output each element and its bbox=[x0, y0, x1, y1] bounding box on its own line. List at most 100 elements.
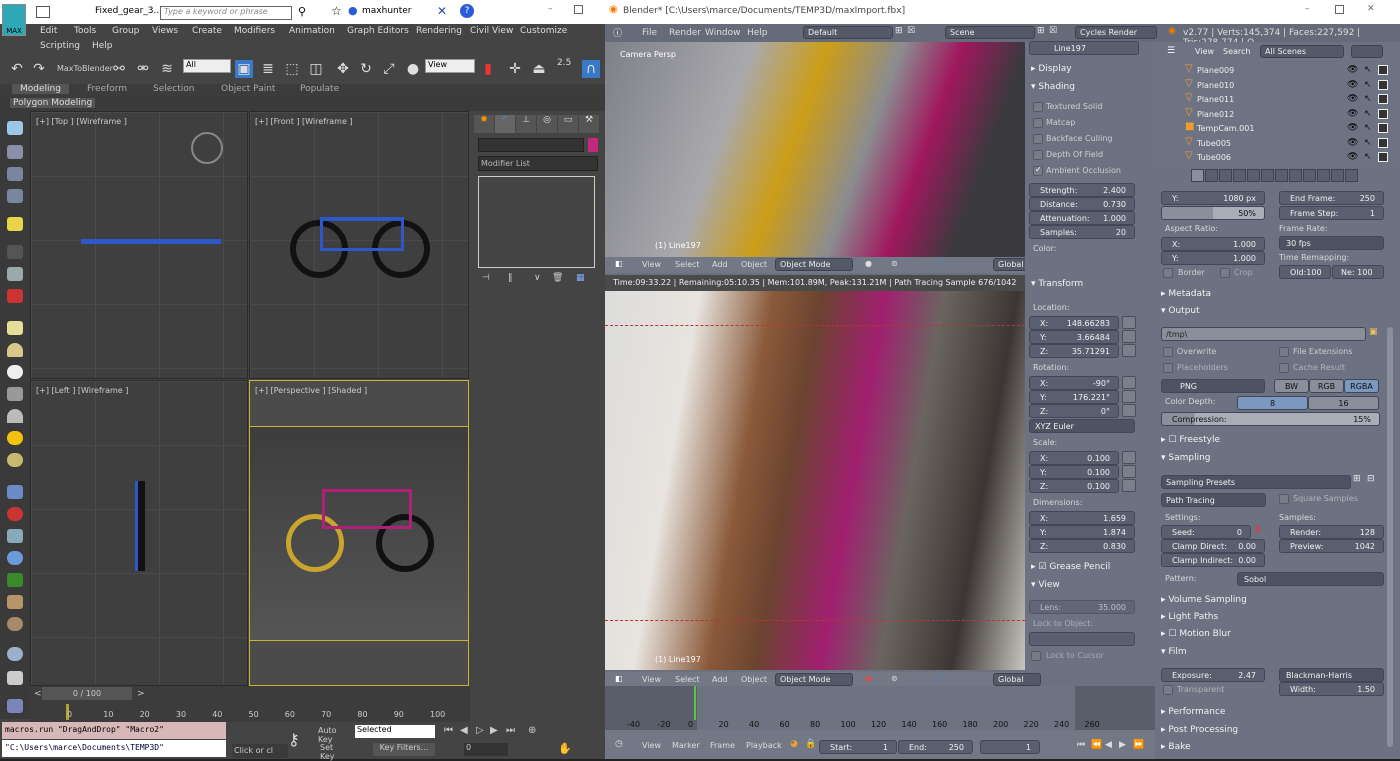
dimensions-field[interactable]: Z: 0.830 bbox=[1029, 539, 1135, 553]
material-tab-icon[interactable] bbox=[1303, 169, 1316, 182]
menu-add[interactable]: Add bbox=[712, 260, 728, 269]
3d-viewport-rendered[interactable]: (1) Line197 bbox=[605, 275, 1025, 670]
sphere-icon[interactable] bbox=[7, 647, 23, 661]
outliner-menu-search[interactable]: Search bbox=[1223, 47, 1250, 56]
editor-type-icon[interactable]: ◧ bbox=[615, 674, 623, 683]
grass-icon[interactable] bbox=[7, 573, 23, 587]
renderable-camera-icon[interactable] bbox=[1378, 79, 1388, 90]
disc-light-icon[interactable] bbox=[7, 453, 23, 467]
output-panel-header[interactable]: ▾ Output bbox=[1161, 306, 1386, 316]
clamp-direct-field[interactable]: Clamp Direct: 0.00 bbox=[1161, 539, 1265, 553]
select-object-icon[interactable]: ▣ bbox=[235, 60, 253, 78]
visibility-eye-icon[interactable]: 👁 bbox=[1347, 138, 1358, 148]
panel-icon[interactable] bbox=[7, 167, 23, 181]
shading-option-checkbox[interactable] bbox=[1033, 150, 1043, 160]
selectable-cursor-icon[interactable]: ↖ bbox=[1364, 152, 1372, 162]
unlink-icon[interactable]: ⚮ bbox=[134, 60, 152, 78]
object-name-field[interactable] bbox=[478, 138, 584, 152]
scene-field[interactable]: Scene bbox=[945, 26, 1035, 39]
menu-object[interactable]: Object bbox=[741, 675, 767, 684]
shading-option-checkbox[interactable] bbox=[1033, 134, 1043, 144]
lock-to-object-field[interactable] bbox=[1029, 632, 1135, 646]
3d-viewport-camera[interactable]: Camera Persp (1) Line197 bbox=[605, 42, 1025, 257]
remove-modifier-icon[interactable]: 🗑 bbox=[552, 273, 563, 283]
rotation-field[interactable]: Y: 176.221° bbox=[1029, 390, 1119, 404]
outliner-editor-icon[interactable]: ☰ bbox=[1167, 46, 1175, 56]
menu-scripting[interactable]: Scripting bbox=[40, 41, 80, 51]
color-depth-8-button[interactable]: 8 bbox=[1237, 396, 1308, 410]
output-path-field[interactable]: /tmp\ bbox=[1161, 327, 1366, 341]
time-remap-old-field[interactable]: Old:100 bbox=[1279, 265, 1331, 279]
time-remap-new-field[interactable]: Ne: 100 bbox=[1332, 265, 1384, 279]
pattern-dropdown[interactable]: Sobol bbox=[1237, 572, 1384, 586]
viewport-top[interactable]: [+] [Top ] [Wireframe ] bbox=[30, 111, 248, 379]
pan-hand-icon[interactable]: ✋ bbox=[558, 742, 572, 755]
maximize-button[interactable] bbox=[1335, 5, 1344, 14]
menu-modifiers[interactable]: Modifiers bbox=[234, 26, 275, 36]
scale-field[interactable]: Z: 0.100 bbox=[1029, 479, 1119, 493]
redo-icon[interactable]: ↷ bbox=[30, 60, 48, 78]
outliner-item[interactable]: ▽ Plane010 👁 ↖ bbox=[1155, 78, 1400, 93]
menu-view[interactable]: View bbox=[642, 675, 661, 684]
visibility-eye-icon[interactable]: 👁 bbox=[1347, 109, 1358, 119]
next-frame-icon[interactable]: ▶ bbox=[490, 725, 498, 736]
bake-panel-header[interactable]: ▸ Bake bbox=[1161, 742, 1386, 752]
max-search-input[interactable]: Type a keyword or phrase bbox=[160, 6, 292, 20]
menu-views[interactable]: Views bbox=[152, 26, 178, 36]
menu-view[interactable]: View bbox=[642, 260, 661, 269]
location-field[interactable]: Y: 3.66484 bbox=[1029, 330, 1119, 344]
tab-object-paint[interactable]: Object Paint bbox=[221, 84, 275, 94]
add-screen-icon[interactable]: ⊞ bbox=[895, 26, 903, 36]
import-icon[interactable] bbox=[7, 699, 23, 713]
lock-icon[interactable] bbox=[1122, 404, 1136, 417]
physics-tab-icon[interactable] bbox=[1345, 169, 1358, 182]
trackbar[interactable]: 0 10 20 30 40 50 60 70 80 90 100 bbox=[30, 702, 470, 722]
particles-tab-icon[interactable] bbox=[1331, 169, 1344, 182]
selectable-cursor-icon[interactable]: ↖ bbox=[1364, 94, 1372, 104]
shading-panel-header[interactable]: ▾ Shading bbox=[1031, 82, 1075, 92]
keyboard-shortcut-icon[interactable]: ⏏ bbox=[530, 60, 548, 78]
key-icon[interactable]: ⚷ bbox=[288, 730, 300, 749]
polygon-modeling-panel[interactable]: Polygon Modeling bbox=[10, 98, 96, 108]
lock-icon[interactable] bbox=[1122, 451, 1136, 464]
clamp-indirect-field[interactable]: Clamp Indirect: 0.00 bbox=[1161, 553, 1265, 567]
object-tab-icon[interactable] bbox=[1247, 169, 1260, 182]
time-next-button[interactable]: > bbox=[137, 689, 145, 699]
exposure-field[interactable]: Exposure: 2.47 bbox=[1161, 668, 1265, 682]
renderable-camera-icon[interactable] bbox=[1378, 152, 1388, 162]
link-icon[interactable]: ⚯ bbox=[110, 60, 128, 78]
cache-result-checkbox[interactable] bbox=[1279, 363, 1289, 373]
configure-sets-icon[interactable]: ▦ bbox=[576, 273, 585, 283]
jump-keyframe-forward-icon[interactable]: ⏩ bbox=[1133, 740, 1144, 750]
shading-option-checkbox[interactable]: ✓ bbox=[1033, 165, 1043, 176]
freestyle-panel-header[interactable]: ▸ ☐ Freestyle bbox=[1161, 435, 1386, 445]
make-unique-icon[interactable]: ∨ bbox=[534, 273, 541, 283]
spacewarp-icon[interactable] bbox=[7, 289, 23, 303]
screen-layout-field[interactable]: Default bbox=[803, 26, 893, 39]
helper-icon[interactable] bbox=[7, 267, 23, 281]
modify-tab-icon[interactable]: ◜ bbox=[495, 115, 515, 133]
color-mode-rgb-button[interactable]: RGB bbox=[1309, 379, 1344, 393]
shading-option-checkbox[interactable] bbox=[1033, 102, 1043, 112]
post-processing-panel-header[interactable]: ▸ Post Processing bbox=[1161, 725, 1386, 735]
viewport-label[interactable]: [+] [Front ] [Wireframe ] bbox=[255, 117, 353, 126]
help-icon[interactable]: ? bbox=[460, 4, 474, 18]
seed-field[interactable]: Seed: 0 bbox=[1161, 525, 1251, 539]
jump-start-icon[interactable]: ⏮ bbox=[1077, 740, 1085, 750]
motion-tab-icon[interactable]: ◎ bbox=[537, 115, 557, 133]
visibility-eye-icon[interactable]: 👁 bbox=[1347, 65, 1358, 75]
square-samples-checkbox[interactable] bbox=[1279, 494, 1289, 504]
start-frame-field[interactable]: Start: 1 bbox=[819, 740, 897, 754]
render-layers-tab-icon[interactable] bbox=[1205, 169, 1218, 182]
editor-type-icon[interactable]: ◧ bbox=[615, 259, 623, 268]
material-grid-icon[interactable] bbox=[7, 671, 23, 685]
dimensions-field[interactable]: Y: 1.874 bbox=[1029, 525, 1135, 539]
scale-icon[interactable]: ⤢ bbox=[380, 60, 398, 78]
outliner-filter-dropdown[interactable]: All Scenes bbox=[1260, 45, 1344, 58]
timeline-editor-icon[interactable]: ◷ bbox=[615, 739, 623, 749]
tab-selection[interactable]: Selection bbox=[153, 84, 194, 94]
file-format-dropdown[interactable]: PNG bbox=[1161, 379, 1265, 393]
selection-region-icon[interactable]: ⬚ bbox=[283, 60, 301, 78]
view-panel-header[interactable]: ▾ View bbox=[1031, 580, 1060, 590]
envelope-icon[interactable] bbox=[7, 529, 23, 543]
